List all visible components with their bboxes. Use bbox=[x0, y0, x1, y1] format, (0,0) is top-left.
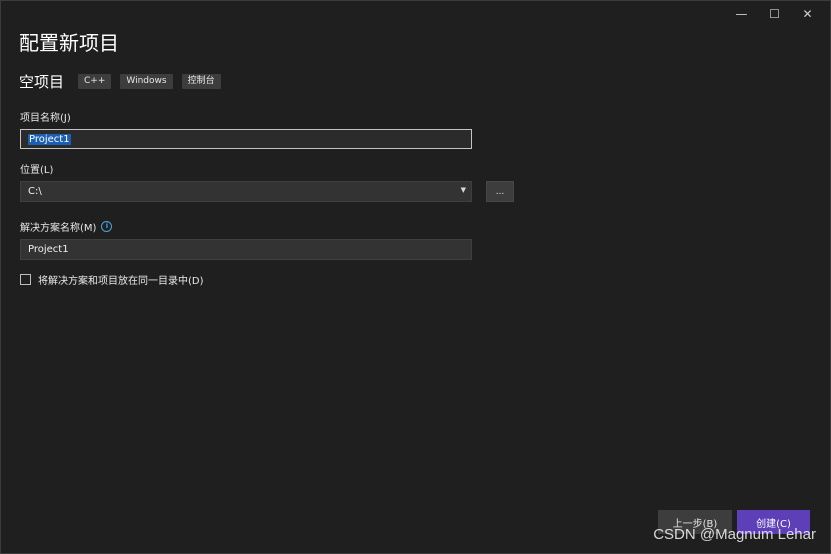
solution-name-label: 解决方案名称(M) bbox=[20, 223, 97, 234]
same-directory-checkbox[interactable] bbox=[20, 274, 31, 285]
location-label: 位置(L) bbox=[20, 165, 54, 176]
location-combobox[interactable]: C:\ ▼ bbox=[20, 181, 472, 202]
same-directory-option[interactable]: 将解决方案和项目放在同一目录中(D) bbox=[20, 272, 204, 287]
configure-project-window: — ☐ ✕ 配置新项目 空项目 C++ Windows 控制台 项目名称(J) … bbox=[0, 0, 831, 554]
browse-button[interactable]: ... bbox=[486, 181, 514, 202]
maximize-icon[interactable]: ☐ bbox=[758, 5, 791, 23]
minimize-icon[interactable]: — bbox=[725, 5, 758, 23]
template-info: 空项目 C++ Windows 控制台 bbox=[19, 71, 230, 92]
solution-name-label-row: 解决方案名称(M) i bbox=[20, 219, 113, 234]
solution-name-input[interactable]: Project1 bbox=[20, 239, 472, 260]
tag-platform: Windows bbox=[120, 74, 173, 89]
dropdown-arrow-icon[interactable]: ▼ bbox=[461, 186, 466, 194]
template-name: 空项目 bbox=[19, 73, 65, 91]
project-name-input[interactable]: Project1 bbox=[20, 129, 472, 149]
project-name-value: Project1 bbox=[28, 133, 71, 145]
tag-language: C++ bbox=[78, 74, 112, 89]
solution-name-value: Project1 bbox=[28, 244, 69, 255]
watermark-text: CSDN @Magnum Lehar bbox=[653, 526, 816, 543]
same-directory-label: 将解决方案和项目放在同一目录中(D) bbox=[38, 276, 204, 287]
info-icon[interactable]: i bbox=[101, 221, 113, 232]
tag-project-type: 控制台 bbox=[181, 74, 221, 89]
location-value: C:\ bbox=[28, 186, 42, 197]
page-title: 配置新项目 bbox=[19, 31, 119, 55]
window-controls: — ☐ ✕ bbox=[725, 5, 824, 23]
project-name-label: 项目名称(J) bbox=[20, 113, 71, 124]
close-icon[interactable]: ✕ bbox=[791, 5, 824, 23]
